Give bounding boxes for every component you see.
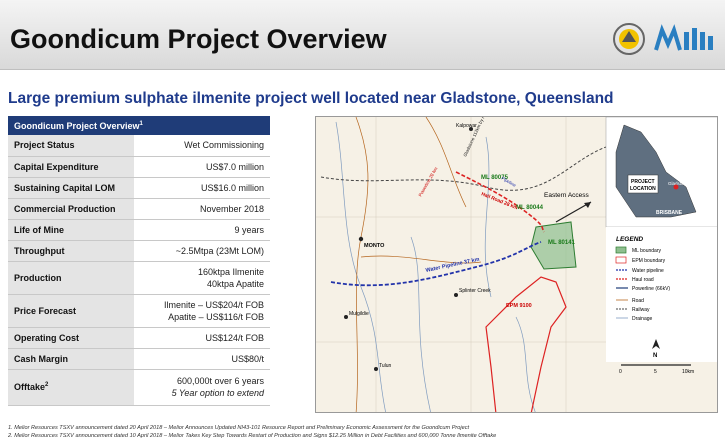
map-label-monto: MONTO (364, 243, 385, 249)
footnote-1: 1. Melior Resources TSXV announcement da… (8, 425, 470, 431)
svg-text:Road: Road (632, 298, 644, 304)
map-label-mulgildie: Mulgildie (349, 311, 369, 317)
svg-text:PROJECT: PROJECT (631, 179, 655, 185)
svg-text:Drainage: Drainage (632, 316, 653, 322)
inset-location-map: PROJECT LOCATION Cairns Gladstone BRISBA… (605, 117, 717, 228)
svg-text:N: N (653, 353, 657, 359)
svg-text:Water pipeline: Water pipeline (632, 268, 664, 274)
map-label-eastern-access: Eastern Access (544, 192, 590, 199)
table-row: Capital Expenditure US$7.0 million (8, 156, 270, 178)
svg-text:5: 5 (654, 369, 657, 375)
table-row: Price Forecast Ilmenite – US$204/t FOB Apa… (8, 294, 270, 328)
table-row: Cash Margin US$80/t (8, 348, 270, 370)
map-label-tulun: Tulun (379, 363, 392, 369)
table-row: Sustaining Capital LOM US$16.0 million (8, 177, 270, 199)
map-label-ml80044: ML 80044 (516, 205, 544, 211)
svg-text:0: 0 (619, 369, 622, 375)
project-map: Kalpowar MONTO Mulgildie Splinter Creek … (315, 116, 718, 413)
svg-text:LEGEND: LEGEND (616, 236, 643, 243)
overview-table: Goondicum Project Overview1 Project Stat… (8, 116, 270, 406)
page-title: Goondicum Project Overview (10, 24, 387, 54)
intelligent-logo (613, 23, 645, 55)
svg-text:ML boundary: ML boundary (632, 248, 661, 254)
table-heading: Goondicum Project Overview1 (8, 116, 270, 135)
map-label-epm9100: EPM 9100 (506, 303, 532, 309)
svg-text:Gladstone: Gladstone (668, 181, 689, 186)
table-row: Throughput ~2.5Mtpa (23Mt LOM) (8, 240, 270, 262)
svg-text:Haul road: Haul road (632, 277, 654, 283)
table-row: Production 160ktpa Ilmenite 40ktpa Apatite (8, 261, 270, 295)
map-legend: LEGEND ML boundary EPM boundary Water pi… (606, 227, 717, 375)
map-label-splinter: Splinter Creek (459, 288, 491, 294)
svg-text:Powerline (66kV): Powerline (66kV) (632, 286, 670, 292)
svg-text:10km: 10km (682, 369, 694, 375)
svg-text:BRISBANE: BRISBANE (656, 210, 683, 216)
subtitle: Large premium sulphate ilmenite project … (8, 90, 614, 107)
header-bar: Goondicum Project Overview (0, 0, 725, 70)
map-label-ml80141: ML 80141 (548, 240, 576, 246)
table-row: Commercial Production November 2018 (8, 198, 270, 220)
table-row: Life of Mine 9 years (8, 219, 270, 241)
svg-text:Railway: Railway (632, 307, 650, 313)
table-row: Offtake2 600,000t over 6 years 5 Year opti… (8, 369, 270, 406)
melior-logo (654, 24, 713, 51)
svg-text:LOCATION: LOCATION (630, 186, 656, 192)
svg-text:EPM boundary: EPM boundary (632, 258, 666, 264)
svg-text:Cairns: Cairns (658, 149, 673, 155)
table-row: Operating Cost US$124/t FOB (8, 327, 270, 349)
table-row: Project Status Wet Commissioning (8, 135, 270, 157)
footnote-2: 2. Melior Resources TSXV announcement da… (8, 433, 497, 439)
